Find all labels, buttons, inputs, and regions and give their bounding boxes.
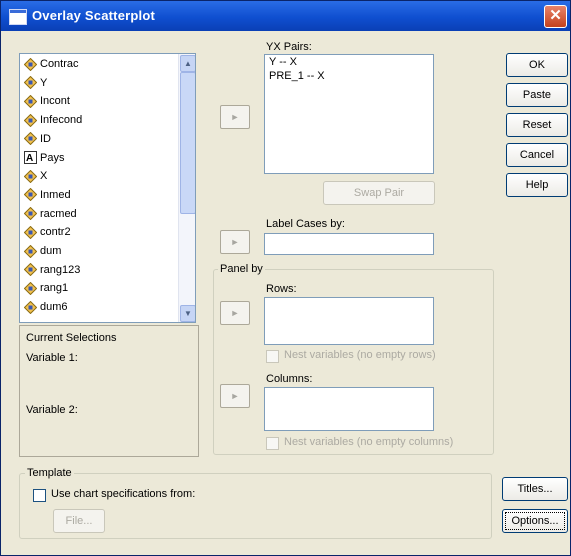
- variable-list-item[interactable]: Y: [24, 75, 47, 91]
- window-icon: [9, 9, 27, 25]
- yx-pairs-label: YX Pairs:: [266, 41, 312, 53]
- titles-button[interactable]: Titles...: [502, 477, 568, 501]
- variable-name: Infecond: [40, 114, 83, 127]
- scale-variable-icon: [24, 244, 37, 258]
- variable-name: Inmed: [40, 188, 71, 201]
- variable-list-item[interactable]: ID: [24, 131, 51, 147]
- variable-list-item[interactable]: rang1: [24, 280, 68, 296]
- variable-name: dum: [40, 245, 62, 257]
- move-to-label-cases-button[interactable]: ►: [220, 230, 250, 254]
- columns-nest-label: Nest variables (no empty columns): [284, 436, 454, 448]
- move-to-rows-button[interactable]: ►: [220, 301, 250, 325]
- columns-label: Columns:: [266, 373, 313, 385]
- scale-variable-icon: [24, 188, 37, 202]
- scale-variable-icon: [24, 169, 37, 183]
- move-to-columns-button[interactable]: ►: [220, 384, 250, 408]
- variable-list-item[interactable]: rang123: [24, 262, 80, 278]
- scroll-up-button[interactable]: ▲: [180, 55, 195, 72]
- variable-list-item[interactable]: dum6: [24, 299, 68, 315]
- variable-name: rang123: [40, 263, 81, 276]
- label-cases-label: Label Cases by:: [266, 218, 345, 230]
- variable-list-item[interactable]: X: [24, 168, 47, 184]
- title-bar[interactable]: Overlay Scatterplot ✕: [1, 1, 570, 31]
- variable-name: dum6: [40, 301, 68, 314]
- variable-list-item[interactable]: Inmed: [24, 187, 71, 203]
- variable-list-scrollbar[interactable]: ▲ ▼: [178, 54, 195, 322]
- string-variable-icon: A: [24, 151, 37, 164]
- rows-label: Rows:: [266, 283, 297, 295]
- yx-pairs-list[interactable]: Y -- X PRE_1 -- X: [264, 54, 434, 174]
- variable-name: Incont: [40, 95, 70, 108]
- options-button[interactable]: Options...: [502, 509, 568, 533]
- variable-name: Pays: [40, 151, 65, 164]
- template-file-button[interactable]: File...: [53, 509, 105, 533]
- close-button[interactable]: ✕: [544, 5, 567, 28]
- window-title: Overlay Scatterplot: [32, 8, 156, 23]
- variable-list-item[interactable]: racmed: [24, 206, 77, 222]
- label-cases-field[interactable]: [264, 233, 434, 255]
- yx-pair-item[interactable]: Y -- X: [269, 56, 297, 68]
- variable-name: ID: [40, 132, 51, 145]
- variable-name: rang1: [40, 282, 69, 295]
- variable-list-item[interactable]: Incont: [24, 93, 70, 109]
- variable-name: contr2: [40, 226, 71, 239]
- rows-nest-label: Nest variables (no empty rows): [284, 349, 436, 361]
- rows-field[interactable]: [264, 297, 434, 345]
- scale-variable-icon: [24, 225, 37, 239]
- scale-variable-icon: [24, 57, 37, 71]
- variable-list-item[interactable]: A Pays: [24, 150, 64, 166]
- variable-list-item[interactable]: Infecond: [24, 112, 82, 128]
- variable1-label: Variable 1:: [26, 352, 78, 364]
- current-selections-heading: Current Selections: [26, 332, 117, 344]
- scale-variable-icon: [24, 113, 37, 127]
- scale-variable-icon: [24, 281, 37, 295]
- move-to-yx-pairs-button[interactable]: ►: [220, 105, 250, 129]
- swap-pair-button[interactable]: Swap Pair: [323, 181, 435, 205]
- scale-variable-icon: [24, 76, 37, 90]
- scale-variable-icon: [24, 132, 37, 146]
- variable-name: X: [40, 170, 48, 183]
- columns-field[interactable]: [264, 387, 434, 431]
- use-chart-spec-label: Use chart specifications from:: [51, 488, 196, 500]
- panel-by-title: Panel by: [218, 263, 265, 275]
- scale-variable-icon: [24, 300, 37, 314]
- scale-variable-icon: [24, 263, 37, 277]
- rows-nest-checkbox[interactable]: [266, 350, 279, 363]
- scroll-thumb[interactable]: [180, 72, 195, 214]
- yx-pair-item[interactable]: PRE_1 -- X: [269, 70, 325, 82]
- variable-list-item[interactable]: dum: [24, 243, 61, 259]
- current-selections-panel: Current Selections Variable 1: Variable …: [19, 325, 199, 457]
- help-button[interactable]: Help: [506, 173, 568, 197]
- overlay-scatterplot-dialog: Overlay Scatterplot ✕ Contrac Y Incont Infe…: [0, 0, 571, 556]
- variable-list[interactable]: Contrac Y Incont Infecond ID A Pays X Inmed racme…: [19, 53, 196, 323]
- use-chart-spec-checkbox[interactable]: [33, 489, 46, 502]
- columns-nest-checkbox[interactable]: [266, 437, 279, 450]
- variable-name: Y: [40, 76, 48, 89]
- ok-button[interactable]: OK: [506, 53, 568, 77]
- variable-list-item[interactable]: Contrac: [24, 56, 79, 72]
- variable-name: racmed: [40, 207, 77, 220]
- variable2-label: Variable 2:: [26, 404, 78, 416]
- cancel-button[interactable]: Cancel: [506, 143, 568, 167]
- scale-variable-icon: [24, 207, 37, 221]
- scale-variable-icon: [24, 94, 37, 108]
- variable-list-item[interactable]: contr2: [24, 224, 71, 240]
- paste-button[interactable]: Paste: [506, 83, 568, 107]
- scroll-down-button[interactable]: ▼: [180, 305, 195, 322]
- template-title: Template: [25, 467, 74, 479]
- svg-text:A: A: [26, 153, 33, 164]
- variable-name: Contrac: [40, 58, 79, 70]
- reset-button[interactable]: Reset: [506, 113, 568, 137]
